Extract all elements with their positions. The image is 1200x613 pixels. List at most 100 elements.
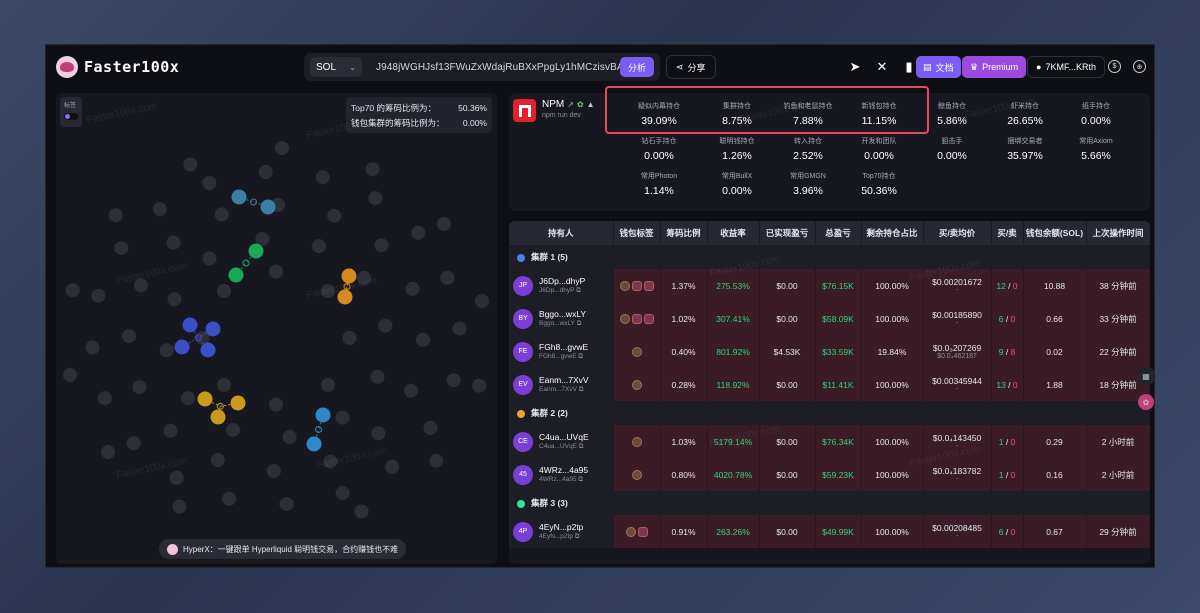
holder-bubble[interactable] xyxy=(342,331,357,345)
cluster-group-row[interactable]: 集群 3 (3) xyxy=(509,491,1150,515)
holder-bubble[interactable] xyxy=(132,380,147,395)
holder-bubble[interactable] xyxy=(108,208,123,223)
holder-bubble[interactable] xyxy=(217,378,231,392)
wallet-tag-icon[interactable] xyxy=(631,379,642,390)
holder-bubble[interactable] xyxy=(374,238,389,253)
holder-bubble[interactable] xyxy=(440,270,455,285)
holder-bubble[interactable] xyxy=(134,278,148,293)
copy-icon[interactable]: ⧉ xyxy=(576,287,581,294)
table-row[interactable]: BY Bggo...wxLY Bggo...wxLY ⧉ 1.02% 307.41% $0… xyxy=(509,302,1150,335)
holder-bubble[interactable] xyxy=(371,426,386,441)
holder-bubble[interactable] xyxy=(183,157,198,172)
cluster-holder-bubble[interactable] xyxy=(205,321,221,337)
holder-cell[interactable]: 4P 4EyN...p2tp 4EyN...p2tp ⧉ xyxy=(509,515,614,548)
table-row[interactable]: EV Eanm...7XvV Eanm...7XvV ⧉ 0.28% 118.92% $0… xyxy=(509,368,1150,401)
label-switch[interactable] xyxy=(64,113,78,120)
holder-bubble[interactable] xyxy=(354,504,369,519)
holder-bubble[interactable] xyxy=(475,294,489,309)
wallet-tag-icon[interactable] xyxy=(631,469,642,480)
holder-bubble[interactable] xyxy=(269,264,283,279)
holder-bubble[interactable] xyxy=(385,459,400,474)
docs-button[interactable]: ▤ 文档 xyxy=(916,56,961,78)
holder-bubble[interactable] xyxy=(226,422,241,437)
cluster-group-cell[interactable]: 集群 1 (5) xyxy=(509,245,1150,269)
cluster-group-row[interactable]: 集群 2 (2) xyxy=(509,401,1150,425)
wallet-tag-icon[interactable] xyxy=(625,526,636,537)
holder-bubble[interactable] xyxy=(152,202,167,217)
cluster-graph-panel[interactable]: 标签 Top70 的筹码比例为： 50.36% 钱包集群的筹码比例为： 0.00… xyxy=(56,93,497,564)
column-header[interactable]: 持有人 xyxy=(509,221,614,245)
holder-bubble[interactable] xyxy=(279,497,294,511)
cluster-holder-bubble[interactable] xyxy=(337,289,353,305)
column-header[interactable]: 钱包余额(SOL) xyxy=(1023,221,1087,245)
holder-bubble[interactable] xyxy=(167,292,182,307)
chain-select[interactable]: SOL ⌄ xyxy=(310,57,362,77)
holder-bubble[interactable] xyxy=(321,284,335,298)
holder-bubble[interactable] xyxy=(163,423,178,438)
copy-icon[interactable]: ⧉ xyxy=(579,443,584,450)
holder-name[interactable]: 4WRz...4a95 xyxy=(539,465,588,475)
analyze-button[interactable]: 分析 xyxy=(619,57,654,77)
holder-bubble[interactable] xyxy=(217,284,231,298)
column-header[interactable]: 剩余持仓占比 xyxy=(861,221,924,245)
cluster-holder-bubble[interactable] xyxy=(341,268,357,284)
column-header[interactable]: 筹码比例 xyxy=(660,221,708,245)
holder-bubble[interactable] xyxy=(126,436,141,451)
holder-bubble[interactable] xyxy=(275,141,290,156)
holder-bubble[interactable] xyxy=(404,383,418,398)
holder-cell[interactable]: EV Eanm...7XvV Eanm...7XvV ⧉ xyxy=(509,368,614,401)
wallet-tag-icon[interactable] xyxy=(619,280,630,291)
copy-icon[interactable]: ⧉ xyxy=(577,320,582,327)
cluster-group-row[interactable]: 集群 1 (5) xyxy=(509,245,1150,269)
holder-bubble[interactable] xyxy=(411,225,426,240)
holder-name[interactable]: FGh8...gvwE xyxy=(539,342,588,352)
holder-name[interactable]: J6Dp...dhyP xyxy=(539,276,585,286)
premium-button[interactable]: ♛ Premium xyxy=(962,56,1027,78)
holder-name[interactable]: Eanm...7XvV xyxy=(539,375,589,385)
holder-bubble[interactable] xyxy=(357,270,371,285)
user-account-button[interactable]: ● 7KMF...KRth xyxy=(1027,56,1105,78)
holder-name[interactable]: Bggo...wxLY xyxy=(539,309,586,319)
holder-bubble[interactable] xyxy=(63,367,77,382)
cluster-holder-bubble[interactable] xyxy=(315,407,331,423)
holder-bubble[interactable] xyxy=(311,239,326,254)
holder-bubble[interactable] xyxy=(282,430,297,444)
holder-bubble[interactable] xyxy=(452,321,467,336)
cluster-holder-bubble[interactable] xyxy=(231,189,247,205)
column-header[interactable]: 买/卖均价 xyxy=(923,221,992,245)
cluster-holder-bubble[interactable] xyxy=(248,243,264,259)
logo[interactable]: Faster100x xyxy=(56,56,179,78)
holder-bubble[interactable] xyxy=(327,208,342,223)
holder-bubble[interactable] xyxy=(370,369,385,384)
copy-icon[interactable]: ⧉ xyxy=(578,476,583,483)
holder-bubble[interactable] xyxy=(169,470,184,485)
holder-bubble[interactable] xyxy=(416,332,430,347)
holder-bubble[interactable] xyxy=(323,454,338,469)
holder-bubble[interactable] xyxy=(222,491,237,506)
holder-bubble[interactable] xyxy=(335,486,350,500)
table-row[interactable]: 45 4WRz...4a95 4WRz...4a95 ⧉ 0.80% 4020.78% $… xyxy=(509,458,1150,491)
holder-name[interactable]: C4ua...UVqE xyxy=(539,432,589,442)
cluster-holder-bubble[interactable] xyxy=(260,199,276,215)
cluster-holder-bubble[interactable] xyxy=(200,342,216,358)
column-header[interactable]: 总盈亏 xyxy=(815,221,862,245)
paw-float-icon[interactable]: ✿ xyxy=(1138,394,1154,410)
holder-bubble[interactable] xyxy=(65,283,80,298)
holder-bubble[interactable] xyxy=(429,453,444,468)
column-header[interactable]: 上次操作时间 xyxy=(1086,221,1150,245)
holder-bubble[interactable] xyxy=(172,499,187,514)
holder-bubble[interactable] xyxy=(258,165,273,179)
copy-icon[interactable]: ⧉ xyxy=(578,353,583,360)
holder-cell[interactable]: JP J6Dp...dhyP J6Dp...dhyP ⧉ xyxy=(509,269,614,302)
column-header[interactable]: 收益率 xyxy=(707,221,760,245)
holder-bubble[interactable] xyxy=(166,235,181,250)
holder-bubble[interactable] xyxy=(446,373,461,388)
cluster-holder-bubble[interactable] xyxy=(230,395,246,411)
person-icon[interactable]: ▲ xyxy=(587,100,595,109)
x-twitter-icon[interactable]: ✕ xyxy=(873,56,891,78)
label-toggle[interactable]: 标签 xyxy=(60,97,82,127)
telegram-icon[interactable]: ➤ xyxy=(846,56,864,78)
holder-bubble[interactable] xyxy=(122,329,136,344)
cluster-holder-bubble[interactable] xyxy=(182,317,198,333)
holder-cell[interactable]: CE C4ua...UVqE C4ua...UVqE ⧉ xyxy=(509,425,614,458)
